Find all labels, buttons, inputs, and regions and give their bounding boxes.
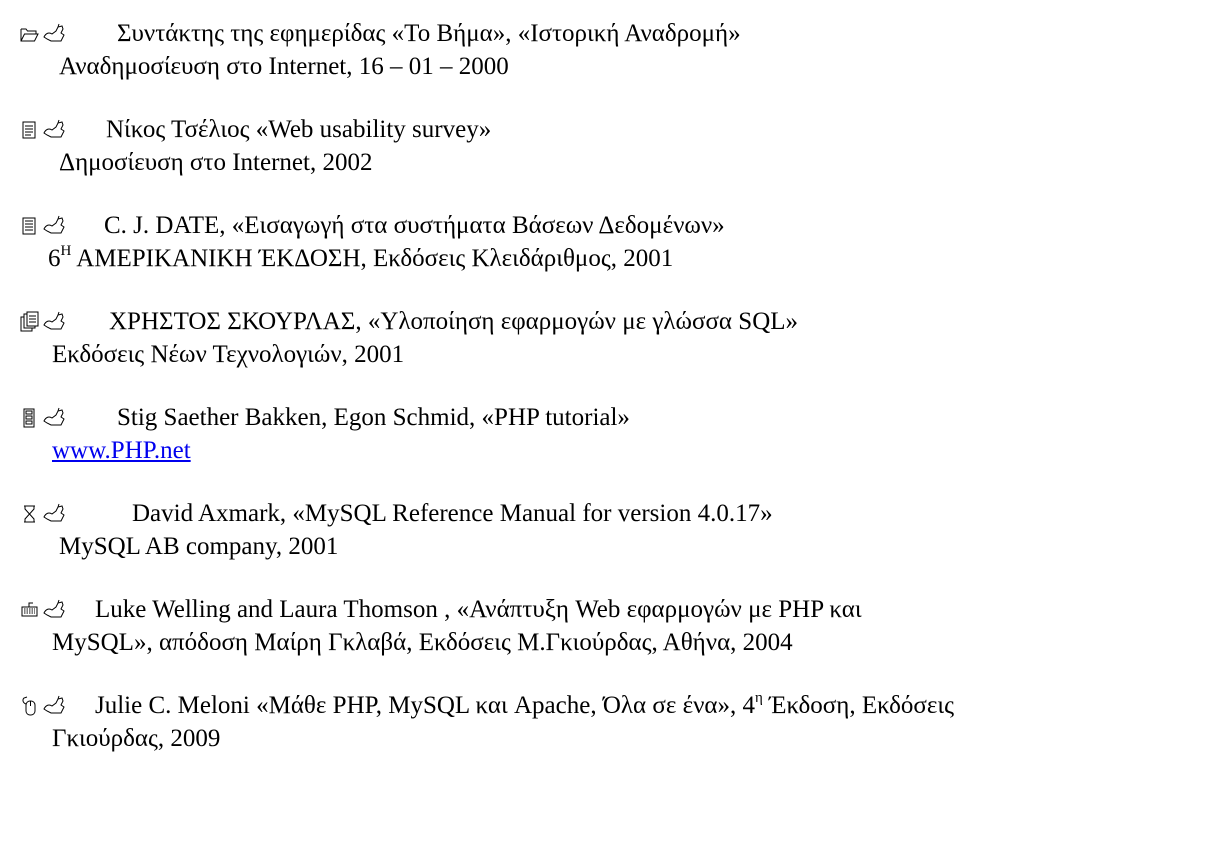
reference-title-line: C. J. DATE, «Εισαγωγή στα συστήματα Βάσε…: [104, 212, 725, 239]
folder-open-icon: [20, 23, 39, 45]
entry-icons: [20, 19, 66, 49]
hourglass-icon: [20, 503, 39, 525]
php-website-link[interactable]: www.PHP.net: [52, 437, 191, 464]
title-text: Julie C. Meloni «Μάθε PHP, MySQL και Apa…: [95, 692, 755, 719]
writing-hand-icon: [42, 23, 66, 45]
keyboard-icon: [20, 599, 39, 621]
reference-detail-line: MySQL», απόδοση Μαίρη Γκλαβά, Εκδόσεις Μ…: [52, 629, 793, 656]
writing-hand-icon: [42, 119, 66, 141]
entry-icons: [20, 691, 66, 721]
reference-detail-line: Αναδημοσίευση στο Internet, 16 – 01 – 20…: [59, 53, 509, 80]
writing-hand-icon: [42, 695, 66, 717]
reference-title-line: David Axmark, «MySQL Reference Manual fo…: [132, 500, 773, 527]
reference-link-line: www.PHP.net: [52, 436, 191, 466]
reference-detail-line: Δημοσίευση στο Internet, 2002: [59, 149, 373, 176]
writing-hand-icon: [42, 407, 66, 429]
reference-detail-line: Γκιούρδας, 2009: [52, 725, 221, 752]
entry-icons: [20, 115, 66, 145]
reference-detail-line: 6Η ΑΜΕΡΙΚΑΝΙΚΗ ΈΚΔΟΣΗ, Εκδόσεις Κλειδάρι…: [48, 242, 674, 274]
entry-icons: [20, 595, 66, 625]
reference-detail-line: MySQL AB company, 2001: [59, 533, 339, 560]
title-text-continued: Έκδοση, Εκδόσεις: [762, 692, 955, 719]
reference-title-line: Luke Welling and Laura Thomson , «Ανάπτυ…: [95, 596, 862, 623]
reference-title-line: Julie C. Meloni «Μάθε PHP, MySQL και Apa…: [95, 689, 955, 721]
writing-hand-icon: [42, 503, 66, 525]
entry-icons: [20, 403, 66, 433]
edition-number: 6: [48, 245, 61, 272]
reference-title-line: ΧΡΗΣΤΟΣ ΣΚΟΥΡΛΑΣ, «Υλοποίηση εφαρμογών μ…: [109, 308, 799, 335]
filing-cabinet-icon: [20, 407, 39, 429]
writing-hand-icon: [42, 215, 66, 237]
text-document-icon: [20, 215, 39, 237]
reference-title-line: Νίκος Τσέλιος «Web usability survey»: [106, 116, 492, 143]
edition-superscript: η: [754, 689, 763, 706]
reference-title-line: Stig Saether Bakken, Egon Schmid, «PHP t…: [117, 404, 630, 431]
reference-title-line: Συντάκτης της εφημερίδας «Το Βήμα», «Ιστ…: [117, 20, 741, 47]
stacked-documents-icon: [20, 311, 39, 333]
writing-hand-icon: [42, 311, 66, 333]
edition-text: ΑΜΕΡΙΚΑΝΙΚΗ ΈΚΔΟΣΗ, Εκδόσεις Κλειδάριθμο…: [71, 245, 674, 272]
mouse-icon: [20, 695, 39, 717]
entry-icons: [20, 499, 66, 529]
edition-superscript: Η: [60, 242, 72, 259]
entry-icons: [20, 307, 66, 337]
document-icon: [20, 119, 39, 141]
reference-detail-line: Εκδόσεις Νέων Τεχνολογιών, 2001: [52, 341, 405, 368]
entry-icons: [20, 211, 66, 241]
writing-hand-icon: [42, 599, 66, 621]
